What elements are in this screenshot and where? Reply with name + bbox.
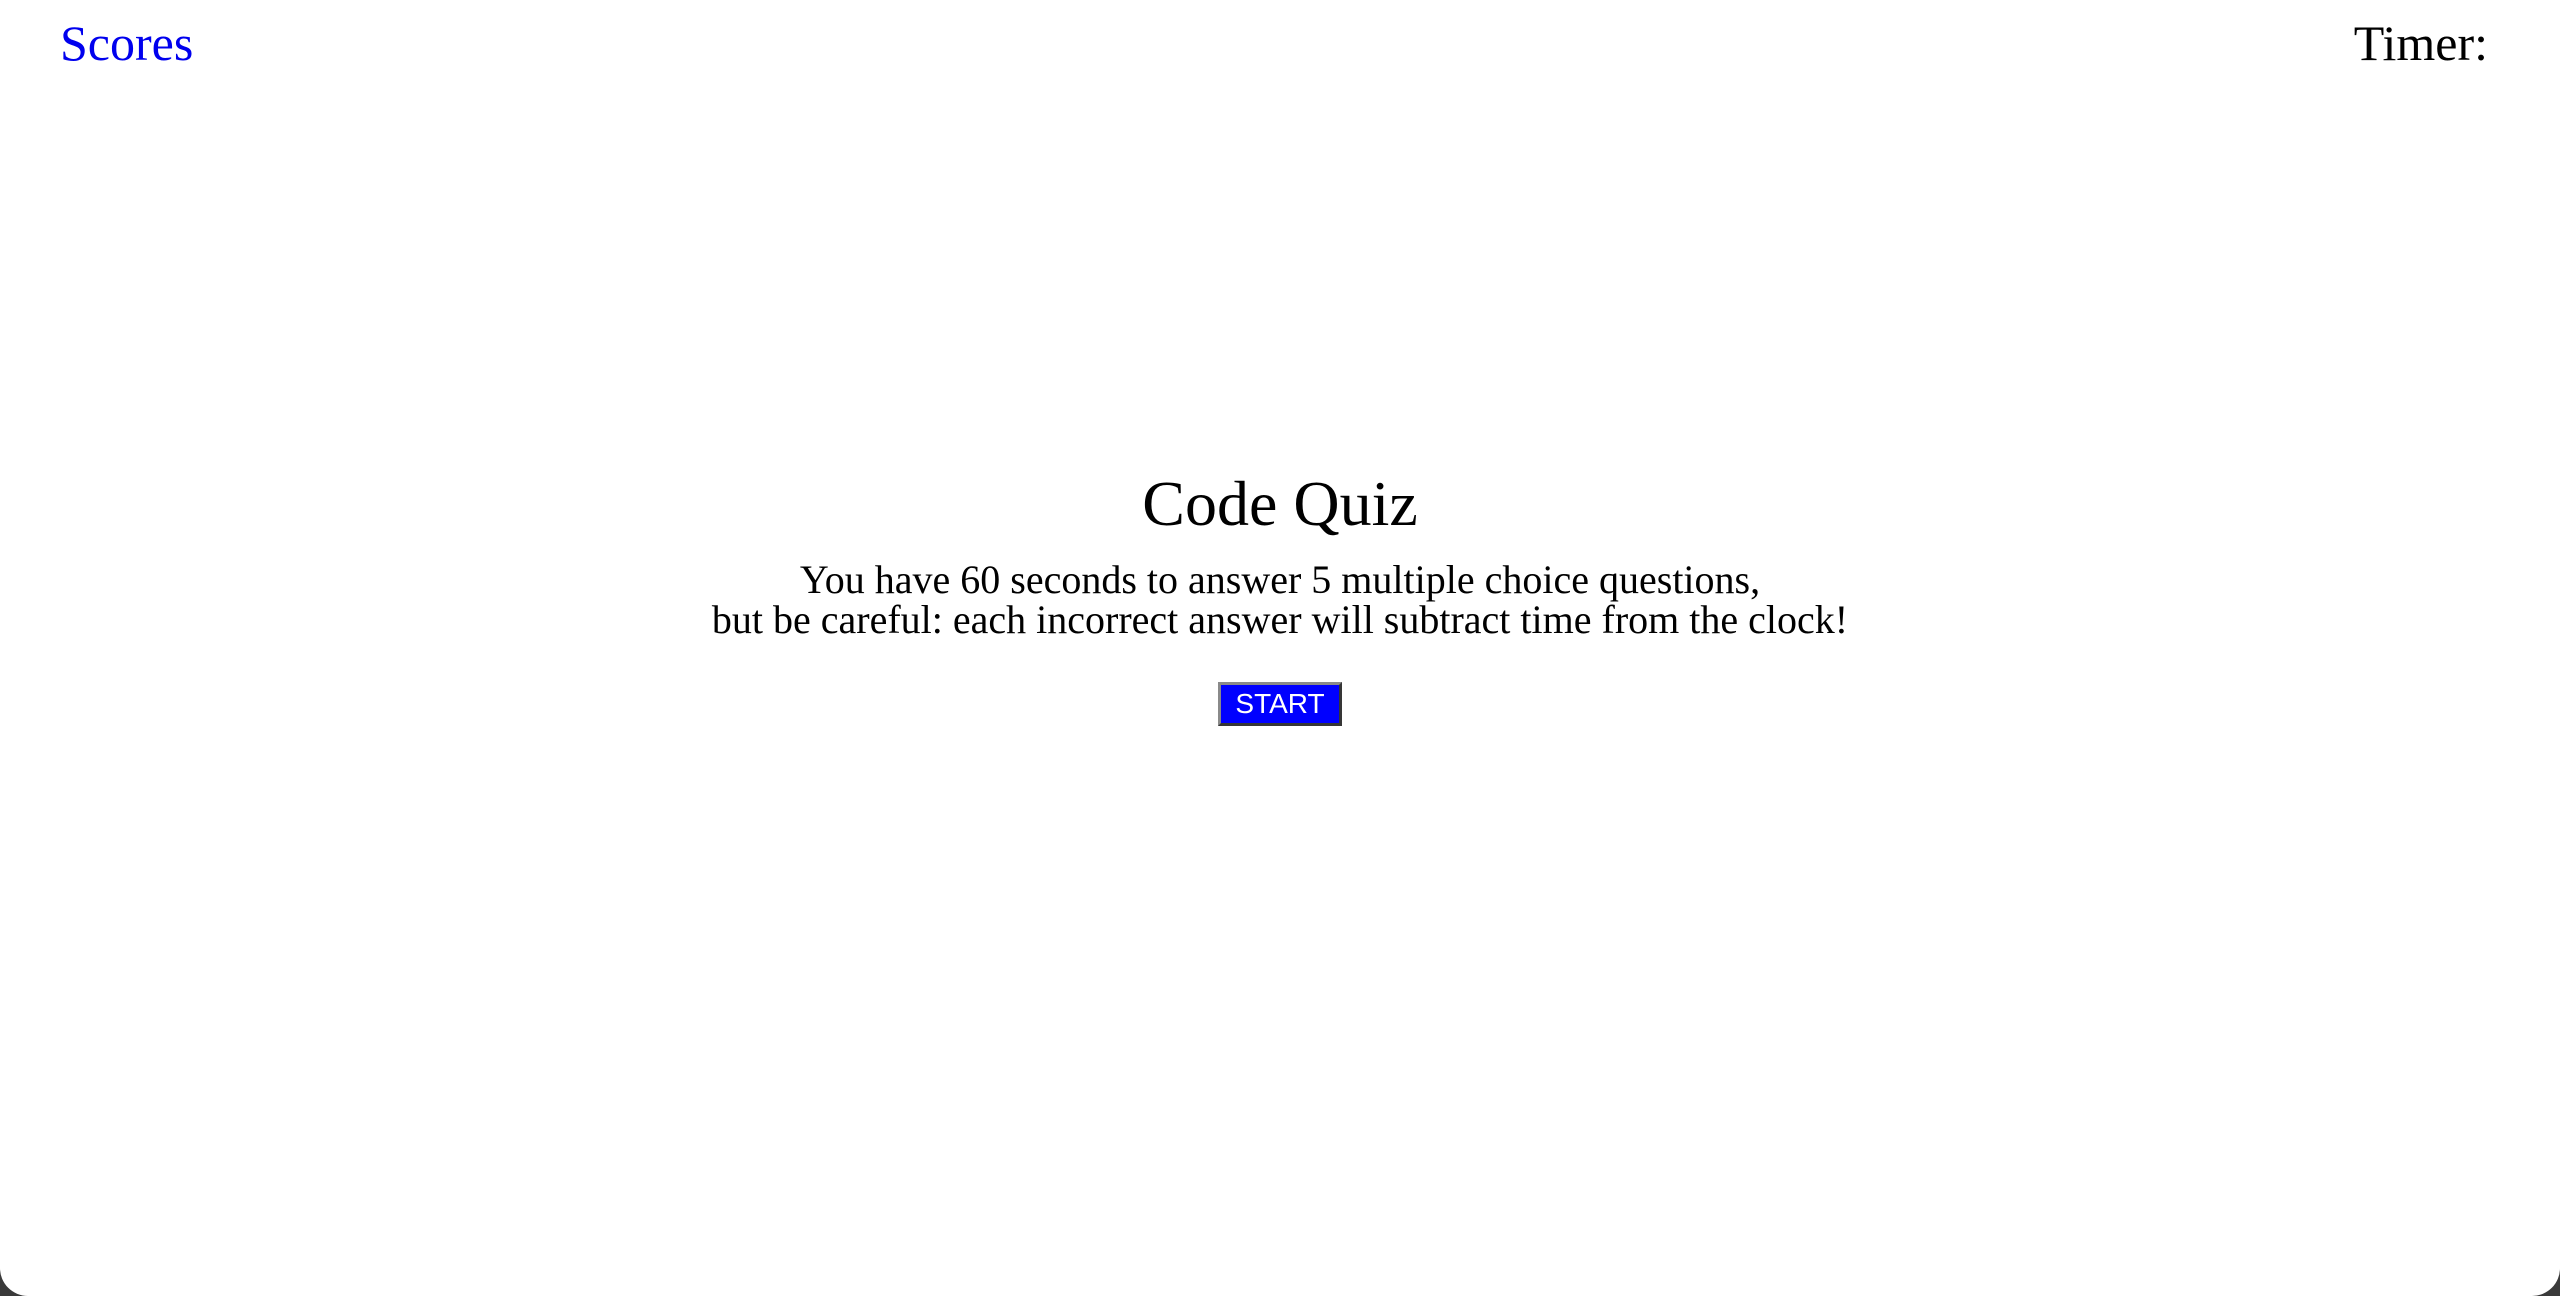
start-button[interactable]: START: [1218, 682, 1342, 726]
quiz-instructions: You have 60 seconds to answer 5 multiple…: [0, 560, 2560, 640]
scores-link[interactable]: Scores: [60, 10, 193, 76]
timer: Timer:: [2354, 10, 2500, 76]
instructions-line-2: but be careful: each incorrect answer wi…: [711, 597, 1849, 642]
page-title: Code Quiz: [1142, 468, 1418, 539]
instructions-line-1: You have 60 seconds to answer 5 multiple…: [799, 557, 1761, 602]
quiz-page: Scores Timer: Code Quiz You have 60 seco…: [0, 0, 2560, 1296]
timer-label: Timer:: [2353, 15, 2488, 71]
quiz-intro: Code Quiz You have 60 seconds to answer …: [0, 462, 2560, 726]
